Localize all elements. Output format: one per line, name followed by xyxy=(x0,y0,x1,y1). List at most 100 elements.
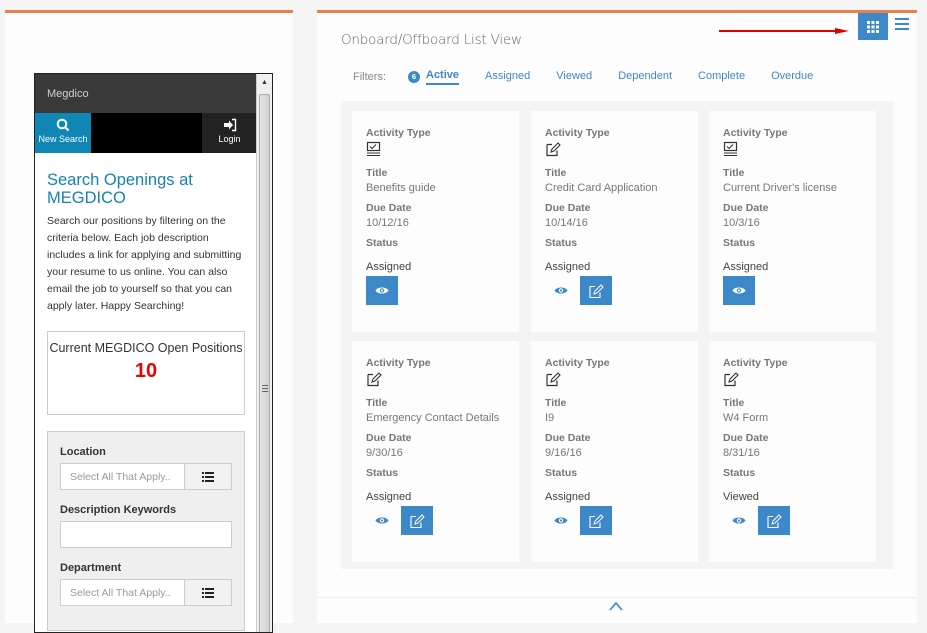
department-placeholder: Select All That Apply.. xyxy=(61,580,185,605)
annotation-arrow-icon xyxy=(719,28,849,34)
eye-icon xyxy=(375,287,389,294)
due-date-value: 10/14/16 xyxy=(545,217,588,229)
due-date-value: 9/30/16 xyxy=(366,447,403,459)
open-positions-box: Current MEGDICO Open Positions 10 xyxy=(47,331,245,415)
activity-type-label: Activity Type xyxy=(545,357,610,369)
view-button[interactable] xyxy=(366,276,398,305)
activity-card: Activity Type Title Current Driver's lic… xyxy=(709,111,876,332)
title-value: Emergency Contact Details xyxy=(366,412,500,424)
keywords-input[interactable] xyxy=(60,521,232,548)
due-date-label: Due Date xyxy=(545,432,591,444)
status-value: Assigned xyxy=(366,491,412,503)
grid-view-button[interactable] xyxy=(858,13,888,40)
filter-bar: Filters: 6 Active Assigned Viewed Depend… xyxy=(353,69,839,85)
activity-card-grid: Activity Type Title Benefits guide Due D… xyxy=(341,101,893,569)
keywords-label: Description Keywords xyxy=(60,504,177,516)
view-button[interactable] xyxy=(723,276,755,305)
view-button[interactable] xyxy=(545,506,577,535)
activity-card: Activity Type Title Benefits guide Due D… xyxy=(352,111,519,332)
card-actions xyxy=(366,506,519,535)
eye-icon xyxy=(554,517,568,524)
open-positions-label: Current MEGDICO Open Positions xyxy=(49,341,243,355)
widget-nav: New Search Login xyxy=(35,113,257,153)
filter-tab-dependent[interactable]: Dependent xyxy=(618,70,672,84)
view-button[interactable] xyxy=(366,506,398,535)
activity-type-label: Activity Type xyxy=(545,127,610,139)
status-value: Assigned xyxy=(545,261,591,273)
eye-icon xyxy=(375,517,389,524)
widget-description: Search our positions by filtering on the… xyxy=(47,215,242,312)
department-label: Department xyxy=(60,562,122,574)
filters-label: Filters: xyxy=(353,71,386,83)
title-label: Title xyxy=(366,397,388,409)
login-button[interactable]: Login xyxy=(202,113,257,153)
widget-body: Search Openings at MEGDICO Search our po… xyxy=(35,153,257,631)
edit-button[interactable] xyxy=(580,506,612,535)
edit-button[interactable] xyxy=(758,506,790,535)
widget-header: Megdico xyxy=(35,74,257,113)
title-label: Title xyxy=(366,167,388,179)
right-panel: Onboard/Offboard List View Filters: 6 Ac… xyxy=(317,10,917,623)
new-search-button[interactable]: New Search xyxy=(35,113,91,153)
document-edit-icon xyxy=(545,141,561,157)
status-value: Assigned xyxy=(366,261,412,273)
chevron-up-icon[interactable] xyxy=(609,601,623,611)
scroll-up-arrow-icon[interactable]: ▲ xyxy=(257,74,272,92)
activity-type-label: Activity Type xyxy=(366,357,431,369)
document-check-icon xyxy=(723,141,739,157)
location-list-button[interactable] xyxy=(185,464,231,489)
activity-card: Activity Type Title Credit Card Applicat… xyxy=(531,111,698,332)
due-date-label: Due Date xyxy=(723,432,769,444)
new-search-label: New Search xyxy=(38,134,88,144)
login-label: Login xyxy=(218,134,241,144)
location-label: Location xyxy=(60,446,106,458)
department-select[interactable]: Select All That Apply.. xyxy=(60,579,232,606)
department-list-button[interactable] xyxy=(185,580,231,605)
scrollbar-thumb[interactable] xyxy=(259,94,270,632)
activity-type-label: Activity Type xyxy=(723,357,788,369)
title-value: W4 Form xyxy=(723,412,769,424)
due-date-value: 9/16/16 xyxy=(545,447,582,459)
activity-type-label: Activity Type xyxy=(366,127,431,139)
edit-button[interactable] xyxy=(580,276,612,305)
title-value: Current Driver's license xyxy=(723,182,837,194)
list-view-button[interactable] xyxy=(895,18,909,32)
page-title: Onboard/Offboard List View xyxy=(341,32,522,48)
status-value: Viewed xyxy=(723,491,759,503)
filter-tab-assigned[interactable]: Assigned xyxy=(485,70,530,84)
view-button[interactable] xyxy=(723,506,755,535)
document-check-icon xyxy=(366,141,382,157)
title-label: Title xyxy=(545,397,567,409)
status-label: Status xyxy=(366,237,399,249)
filter-tab-active[interactable]: Active xyxy=(426,69,460,85)
widget-scrollbar[interactable]: ▲ xyxy=(256,74,272,632)
filter-tab-overdue[interactable]: Overdue xyxy=(771,70,813,84)
search-icon xyxy=(56,118,70,132)
activity-card: Activity Type Title Emergency Contact De… xyxy=(352,341,519,562)
job-search-widget: Megdico New Search Login Search Openings… xyxy=(34,73,273,633)
filter-tab-complete[interactable]: Complete xyxy=(698,70,745,84)
status-label: Status xyxy=(366,467,399,479)
status-value: Assigned xyxy=(723,261,769,273)
eye-icon xyxy=(732,287,746,294)
due-date-label: Due Date xyxy=(723,202,769,214)
activity-card: Activity Type Title I9 Due Date 9/16/16 … xyxy=(531,341,698,562)
card-actions xyxy=(545,276,698,305)
view-button[interactable] xyxy=(545,276,577,305)
edit-button[interactable] xyxy=(401,506,433,535)
title-value: Benefits guide xyxy=(366,182,436,194)
due-date-label: Due Date xyxy=(366,432,412,444)
search-filter-box: Location Select All That Apply.. Descrip… xyxy=(47,431,245,631)
status-label: Status xyxy=(545,467,578,479)
list-icon xyxy=(202,587,214,598)
edit-document-icon xyxy=(767,513,782,528)
location-placeholder: Select All That Apply.. xyxy=(61,464,185,489)
card-actions xyxy=(366,276,519,305)
widget-title: Search Openings at MEGDICO xyxy=(47,171,193,207)
document-edit-icon xyxy=(366,371,382,387)
edit-document-icon xyxy=(410,513,425,528)
location-select[interactable]: Select All That Apply.. xyxy=(60,463,232,490)
title-label: Title xyxy=(723,167,745,179)
filter-tab-viewed[interactable]: Viewed xyxy=(556,70,592,84)
title-label: Title xyxy=(723,397,745,409)
